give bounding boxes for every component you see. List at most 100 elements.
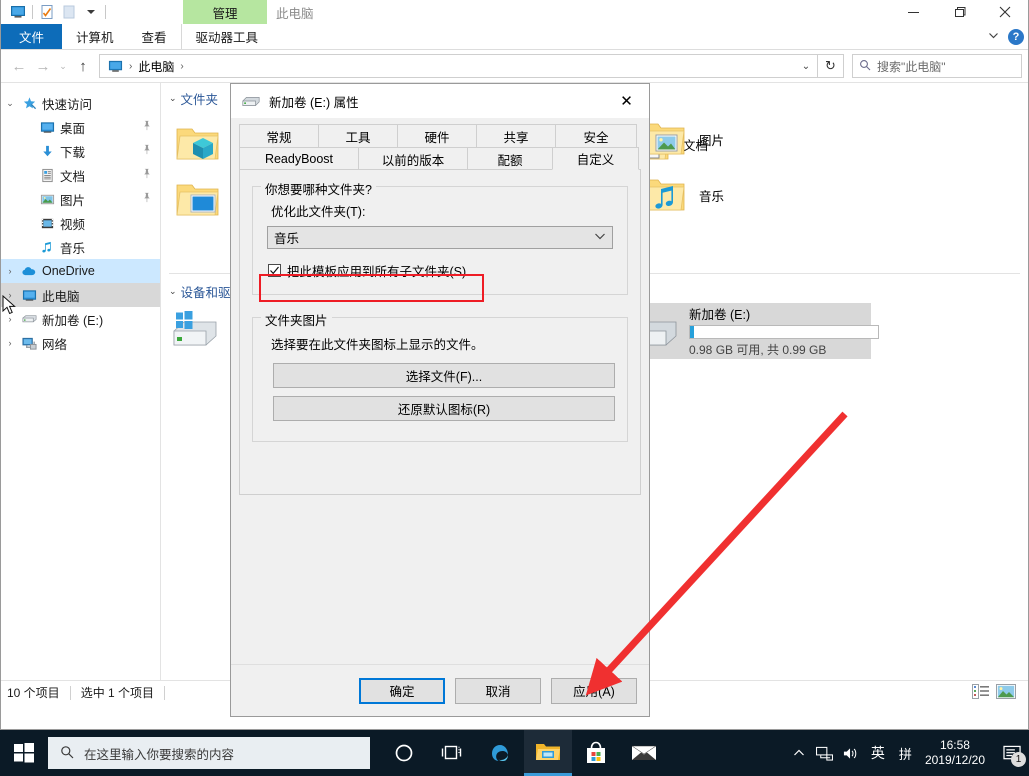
ribbon-tab-file[interactable]: 文件 xyxy=(1,24,63,49)
back-button[interactable]: ← xyxy=(7,54,31,78)
chevron-right-icon[interactable]: › xyxy=(1,290,19,300)
taskbar-search-box[interactable]: 在这里输入你要搜索的内容 xyxy=(48,737,370,769)
ribbon-tab-computer[interactable]: 计算机 xyxy=(62,24,128,49)
address-dropdown-icon[interactable]: ⌄ xyxy=(797,61,815,72)
view-mode-buttons xyxy=(972,683,1022,702)
customize-qat-dropdown[interactable] xyxy=(80,1,102,23)
cortana-icon[interactable] xyxy=(380,730,428,776)
help-button[interactable]: ? xyxy=(1008,29,1024,45)
dialog-tab-row-1: 常规 工具 硬件 共享 安全 xyxy=(239,124,641,147)
chevron-right-icon[interactable]: › xyxy=(1,314,19,324)
sidebar-item-music[interactable]: 音乐 xyxy=(1,235,160,259)
ribbon-tab-drive-tools[interactable]: 驱动器工具 xyxy=(180,24,273,49)
apply-to-subfolders-checkbox[interactable] xyxy=(268,264,281,277)
search-box[interactable]: 搜索"此电脑" xyxy=(852,54,1022,78)
pin-icon[interactable] xyxy=(141,192,152,206)
chevron-down-icon[interactable]: ⌄ xyxy=(169,93,177,104)
sidebar-item-label: 下载 xyxy=(60,145,86,160)
sidebar-item-new-volume-e[interactable]: › 新加卷 (E:) xyxy=(1,307,160,331)
properties-icon[interactable] xyxy=(36,1,58,23)
list-item[interactable]: 图片 xyxy=(631,111,856,167)
maximize-button[interactable] xyxy=(936,0,982,24)
mail-icon[interactable] xyxy=(620,730,668,776)
breadcrumb-item-this-pc[interactable]: 此电脑 xyxy=(134,55,178,77)
ribbon-tab-view[interactable]: 查看 xyxy=(128,24,181,49)
network-icon xyxy=(19,335,39,351)
show-hidden-icons-icon[interactable] xyxy=(786,730,812,776)
search-input[interactable]: 搜索"此电脑" xyxy=(877,58,946,75)
pin-icon[interactable] xyxy=(141,144,152,158)
pin-icon[interactable] xyxy=(141,168,152,182)
folder-template-combobox[interactable]: 音乐 xyxy=(267,226,613,249)
cancel-button[interactable]: 取消 xyxy=(455,677,541,704)
windows-drive-icon xyxy=(167,307,221,355)
ok-button[interactable]: 确定 xyxy=(359,677,445,704)
sidebar-item-videos[interactable]: 视频 xyxy=(1,211,160,235)
start-button[interactable] xyxy=(0,730,48,776)
search-icon xyxy=(60,745,74,762)
sidebar-item-this-pc[interactable]: › 此电脑 xyxy=(1,283,160,307)
clock-date: 2019/12/20 xyxy=(924,753,985,767)
sidebar-item-desktop[interactable]: 桌面 xyxy=(1,115,160,139)
tab-general[interactable]: 常规 xyxy=(239,124,319,147)
tab-readyboost[interactable]: ReadyBoost xyxy=(239,147,359,170)
tab-tools[interactable]: 工具 xyxy=(318,124,398,147)
tab-customize[interactable]: 自定义 xyxy=(552,147,639,170)
drive-tile-new-volume-e[interactable]: 新加卷 (E:) 0.98 GB 可用, 共 0.99 GB xyxy=(621,303,879,359)
ime-mode-indicator[interactable]: 英 xyxy=(864,730,892,776)
dialog-title-text: 新加卷 (E:) 属性 xyxy=(269,95,359,110)
sidebar-item-quick-access[interactable]: ⌄ 快速访问 xyxy=(1,91,160,115)
forward-button[interactable]: → xyxy=(31,54,55,78)
minimize-button[interactable] xyxy=(890,0,936,24)
drive-icon xyxy=(19,311,39,327)
file-explorer-icon[interactable] xyxy=(524,730,572,776)
apply-to-subfolders-row[interactable]: 把此模板应用到所有子文件夹(S) xyxy=(268,261,615,280)
sidebar-item-downloads[interactable]: 下载 xyxy=(1,139,160,163)
breadcrumb-root-icon[interactable] xyxy=(104,55,127,77)
choose-file-button[interactable]: 选择文件(F)... xyxy=(273,363,615,388)
restore-default-icon-button[interactable]: 还原默认图标(R) xyxy=(273,396,615,421)
sidebar-item-network[interactable]: › 网络 xyxy=(1,331,160,355)
chevron-down-icon[interactable] xyxy=(594,232,606,244)
tab-security[interactable]: 安全 xyxy=(555,124,637,147)
sidebar-item-documents[interactable]: 文档 xyxy=(1,163,160,187)
ime-pinyin-indicator[interactable]: 拼 xyxy=(892,730,919,776)
new-folder-icon[interactable] xyxy=(58,1,80,23)
drive-capacity-label: 0.98 GB 可用, 共 0.99 GB xyxy=(689,343,827,357)
network-tray-icon[interactable] xyxy=(812,730,838,776)
edge-icon[interactable] xyxy=(476,730,524,776)
chevron-right-icon[interactable]: › xyxy=(1,338,19,348)
drive-icon xyxy=(241,94,261,108)
chevron-down-icon[interactable] xyxy=(987,29,1000,45)
task-view-icon[interactable] xyxy=(428,730,476,776)
sidebar-item-pictures[interactable]: 图片 xyxy=(1,187,160,211)
breadcrumb-separator-1[interactable]: › xyxy=(178,61,185,72)
tab-quota[interactable]: 配额 xyxy=(467,147,553,170)
volume-tray-icon[interactable] xyxy=(838,730,864,776)
apply-button[interactable]: 应用(A) xyxy=(551,677,637,704)
tab-previous-versions[interactable]: 以前的版本 xyxy=(358,147,468,170)
chevron-right-icon[interactable]: › xyxy=(1,266,19,276)
up-button[interactable]: ↑ xyxy=(71,54,95,78)
notification-center-button[interactable]: 1 xyxy=(995,730,1029,776)
tab-sharing[interactable]: 共享 xyxy=(476,124,556,147)
details-view-icon[interactable] xyxy=(972,683,990,702)
large-icons-view-icon[interactable] xyxy=(996,683,1016,702)
close-button[interactable] xyxy=(982,0,1028,24)
chevron-down-icon[interactable]: ⌄ xyxy=(169,286,177,297)
microsoft-store-icon[interactable] xyxy=(572,730,620,776)
this-pc-icon[interactable] xyxy=(7,1,29,23)
sidebar-item-onedrive[interactable]: › OneDrive xyxy=(1,259,160,283)
drive-capacity-fill xyxy=(690,326,694,338)
address-breadcrumb-bar[interactable]: › 此电脑 › ⌄ xyxy=(99,54,818,78)
recent-locations-button[interactable]: ⌄ xyxy=(55,54,71,78)
pin-icon[interactable] xyxy=(141,120,152,134)
chevron-down-icon[interactable]: ⌄ xyxy=(1,98,19,109)
taskbar-pinned-apps xyxy=(380,730,668,776)
list-item[interactable]: 音乐 xyxy=(631,167,856,223)
taskbar-search-input[interactable]: 在这里输入你要搜索的内容 xyxy=(84,744,234,763)
refresh-button[interactable]: ↻ xyxy=(818,54,844,78)
tab-hardware[interactable]: 硬件 xyxy=(397,124,477,147)
clock[interactable]: 16:58 2019/12/20 xyxy=(919,730,995,776)
close-icon[interactable]: ✕ xyxy=(604,84,649,118)
